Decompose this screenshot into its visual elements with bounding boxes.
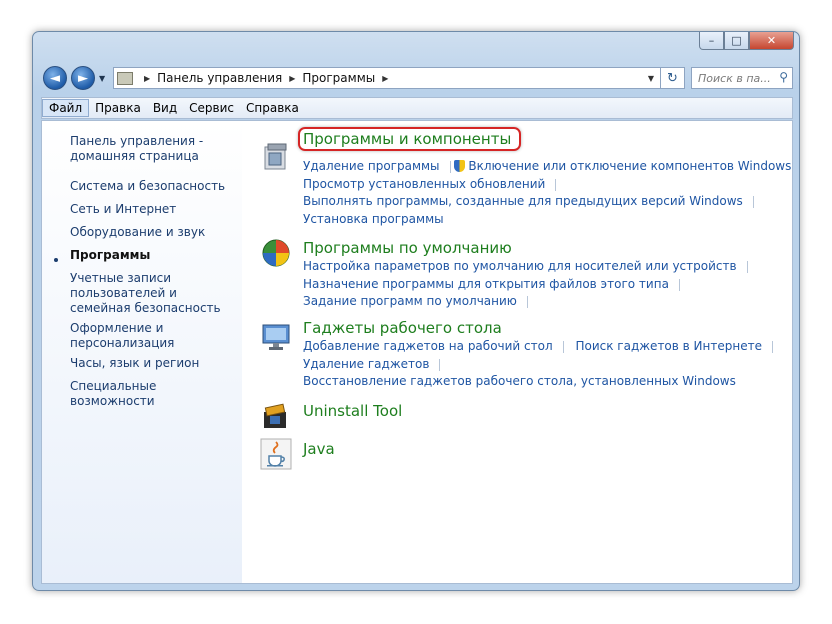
link-file-associations[interactable]: Назначение программы для открытия файлов… — [303, 277, 669, 291]
link-uninstall-program[interactable]: Удаление программы — [303, 159, 440, 173]
link-install-program[interactable]: Установка программы — [303, 212, 444, 226]
sidebar-item-accessibility[interactable]: Специальные возможности — [70, 379, 240, 409]
java-icon — [260, 438, 292, 470]
link-row: Выполнять программы, созданные для преды… — [303, 194, 754, 208]
search-input[interactable]: Поиск в па... ⚲ — [691, 67, 793, 89]
breadcrumb-arrow-icon[interactable]: ▶ — [382, 74, 388, 83]
sidebar-item-appearance[interactable]: Оформление и персонализация — [70, 321, 190, 351]
maximize-button[interactable]: □ — [724, 32, 749, 50]
link-row: Удаление программы Включение или отключе… — [303, 159, 792, 173]
breadcrumb-control-panel[interactable]: Панель управления — [157, 71, 282, 85]
section-title-uninstall-tool[interactable]: Uninstall Tool — [303, 402, 402, 420]
link-row: Восстановление гаджетов рабочего стола, … — [303, 374, 736, 388]
minimize-button[interactable]: – — [699, 32, 724, 50]
address-bar[interactable]: ▶ Панель управления ▶ Программы ▶ ▼ — [113, 67, 661, 89]
history-dropdown-icon[interactable]: ▼ — [99, 74, 105, 83]
section-title-desktop-gadgets[interactable]: Гаджеты рабочего стола — [303, 319, 502, 337]
default-programs-icon — [262, 239, 290, 267]
menu-help[interactable]: Справка — [240, 101, 305, 115]
programs-features-icon — [264, 143, 287, 170]
link-row: Установка программы — [303, 212, 444, 226]
current-item-bullet — [54, 258, 58, 262]
main-content: Программы и компоненты Удаление программ… — [242, 121, 792, 583]
refresh-icon[interactable]: ↻ — [661, 67, 685, 89]
breadcrumb-programs[interactable]: Программы — [302, 71, 375, 85]
sidebar-item-user-accounts[interactable]: Учетные записи пользователей и семейная … — [70, 271, 230, 316]
section-title-java[interactable]: Java — [303, 440, 335, 458]
link-autoplay-defaults[interactable]: Настройка параметров по умолчанию для но… — [303, 259, 737, 273]
link-divider — [752, 195, 754, 208]
link-row: Задание программ по умолчанию — [303, 294, 528, 308]
link-row: Добавление гаджетов на рабочий стол Поис… — [303, 339, 773, 353]
menu-tools[interactable]: Сервис — [183, 101, 240, 115]
caption-buttons: – □ ✕ — [699, 32, 794, 50]
back-arrow-icon[interactable]: ◄ — [43, 66, 67, 90]
link-row: Настройка параметров по умолчанию для но… — [303, 259, 748, 273]
client-area: Панель управления - домашняя страница Си… — [41, 120, 793, 584]
uninstall-tool-icon — [264, 403, 286, 428]
sidebar-item-security[interactable]: Система и безопасность — [70, 179, 240, 194]
menu-file[interactable]: Файл — [42, 99, 90, 117]
link-divider — [526, 295, 528, 308]
link-windows-features[interactable]: Включение или отключение компонентов Win… — [468, 159, 791, 173]
control-panel-icon — [117, 71, 133, 85]
link-find-gadgets[interactable]: Поиск гаджетов в Интернете — [575, 339, 762, 353]
search-placeholder: Поиск в па... — [698, 71, 771, 85]
link-row: Удаление гаджетов — [303, 357, 441, 371]
link-set-default-programs[interactable]: Задание программ по умолчанию — [303, 294, 517, 308]
search-icon[interactable]: ⚲ — [779, 70, 788, 84]
highlighted-title[interactable]: Программы и компоненты — [298, 127, 522, 151]
sidebar-item-hardware[interactable]: Оборудование и звук — [70, 225, 240, 240]
uac-shield-icon — [454, 160, 466, 172]
link-remove-gadgets[interactable]: Удаление гаджетов — [303, 357, 429, 371]
menu-bar: Файл Правка Вид Сервис Справка — [41, 97, 793, 119]
sidebar-item-home[interactable]: Панель управления - домашняя страница — [70, 134, 240, 164]
close-button[interactable]: ✕ — [749, 32, 794, 50]
link-divider — [746, 260, 748, 273]
section-title-default-programs[interactable]: Программы по умолчанию — [303, 239, 512, 257]
forward-arrow-icon[interactable]: ► — [71, 66, 95, 90]
link-divider — [449, 160, 451, 173]
menu-view[interactable]: Вид — [147, 101, 183, 115]
address-dropdown-icon[interactable]: ▼ — [648, 74, 654, 83]
sidebar-item-programs: Программы — [70, 248, 151, 262]
link-restore-gadgets[interactable]: Восстановление гаджетов рабочего стола, … — [303, 374, 736, 388]
link-divider — [562, 340, 564, 353]
link-row: Просмотр установленных обновлений — [303, 177, 557, 191]
link-add-gadgets[interactable]: Добавление гаджетов на рабочий стол — [303, 339, 553, 353]
navigation-bar: ◄ ► ▼ ▶ Панель управления ▶ Программы ▶ … — [41, 64, 793, 94]
control-panel-window: – □ ✕ ◄ ► ▼ ▶ Панель управления ▶ Програ… — [32, 31, 800, 591]
link-divider — [678, 278, 680, 291]
breadcrumb-arrow-icon[interactable]: ▶ — [289, 74, 295, 83]
link-divider — [439, 358, 441, 371]
link-compatibility[interactable]: Выполнять программы, созданные для преды… — [303, 194, 743, 208]
breadcrumb-arrow-icon[interactable]: ▶ — [144, 74, 150, 83]
desktop-gadgets-icon — [262, 324, 290, 350]
link-row: Назначение программы для открытия файлов… — [303, 277, 680, 291]
sidebar: Панель управления - домашняя страница Си… — [42, 121, 242, 583]
link-view-updates[interactable]: Просмотр установленных обновлений — [303, 177, 545, 191]
link-divider — [555, 178, 557, 191]
sidebar-item-network[interactable]: Сеть и Интернет — [70, 202, 240, 217]
section-title-programs-features[interactable]: Программы и компоненты — [298, 127, 522, 151]
menu-edit[interactable]: Правка — [89, 101, 147, 115]
sidebar-item-clock-region[interactable]: Часы, язык и регион — [70, 356, 240, 371]
link-divider — [771, 340, 773, 353]
